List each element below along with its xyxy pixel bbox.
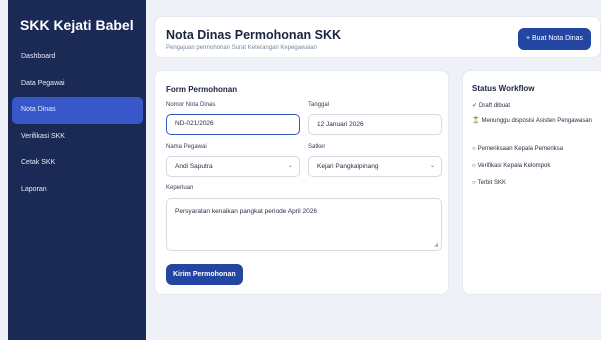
workflow-step: ○ Pemeriksaan Kepala Pemeriksa	[472, 145, 600, 154]
page-header: Nota Dinas Permohonan SKK Pengajuan perm…	[154, 16, 601, 58]
workflow-step: ⏳ Menunggu disposisi Asisten Pengawasan	[472, 117, 600, 126]
create-nota-dinas-button[interactable]: + Buat Nota Dinas	[517, 28, 591, 50]
sidebar: SKK Kejati Babel Dashboard Data Pegawai …	[8, 0, 146, 340]
circle-icon: ○	[472, 146, 476, 152]
workflow-title: Status Workflow	[472, 84, 535, 93]
keperluan-value: Persyaratan kenaikan pangkat periode Apr…	[175, 208, 318, 215]
satker-label: Satker	[308, 144, 326, 150]
chevron-down-icon: ⌄	[429, 163, 435, 169]
hourglass-icon: ⏳	[472, 118, 480, 124]
satker-value: Kejari Pangkalpinang	[317, 163, 379, 170]
sidebar-item-dashboard[interactable]: Dashboard	[12, 44, 143, 71]
tanggal-input[interactable]: 12 Januari 2026	[308, 114, 442, 135]
checkmark-icon: ✓	[472, 103, 478, 109]
sidebar-item-cetak-skk[interactable]: Cetak SKK	[12, 150, 143, 177]
workflow-step: ✓ Draft dibuat	[472, 102, 600, 111]
workflow-step-label: Terbit SKK	[477, 180, 506, 186]
submit-request-button[interactable]: Kirim Permohonan	[166, 264, 243, 285]
app-brand: SKK Kejati Babel	[20, 17, 134, 33]
nomor-label: Nomor Nota Dinas	[166, 102, 216, 108]
page-title: Nota Dinas Permohonan SKK	[166, 28, 342, 42]
resize-handle-icon[interactable]: ◢	[434, 242, 438, 248]
sidebar-item-nota-dinas[interactable]: Nota Dinas	[12, 97, 143, 124]
satker-select[interactable]: Kejari Pangkalpinang ⌄	[308, 156, 442, 177]
workflow-step-label: Menunggu disposisi Asisten Pengawasan	[481, 118, 592, 124]
keperluan-label: Keperluan	[166, 185, 194, 191]
tanggal-label: Tanggal	[308, 102, 330, 108]
nama-pegawai-select[interactable]: Andi Saputra ⌄	[166, 156, 300, 177]
workflow-step-label: Draft dibuat	[479, 103, 511, 109]
workflow-step-label: Verifikasi Kepala Kelompok	[477, 163, 551, 169]
nomor-nota-dinas-input[interactable]: ND-021/2026	[166, 114, 300, 135]
workflow-status-panel: Status Workflow ✓ Draft dibuat ⏳ Menunggu …	[462, 70, 601, 295]
chevron-down-icon: ⌄	[287, 163, 293, 169]
workflow-step-label: Pemeriksaan Kepala Pemeriksa	[477, 146, 563, 152]
page-subtitle: Pengajuan permohonan Surat Keterangan Ke…	[166, 45, 317, 51]
pegawai-label: Nama Pegawai	[166, 144, 207, 150]
sidebar-item-data-pegawai[interactable]: Data Pegawai	[12, 71, 143, 98]
circle-icon: ○	[472, 180, 476, 186]
sidebar-nav: Dashboard Data Pegawai Nota Dinas Verifi…	[12, 44, 143, 203]
form-title: Form Permohonan	[166, 85, 238, 94]
keperluan-textarea[interactable]: Persyaratan kenaikan pangkat periode Apr…	[166, 198, 442, 251]
request-form: Form Permohonan Nomor Nota Dinas ND-021/…	[154, 70, 449, 295]
main-content: Nota Dinas Permohonan SKK Pengajuan perm…	[147, 0, 601, 340]
workflow-step: ○ Terbit SKK	[472, 179, 600, 188]
circle-icon: ○	[472, 163, 476, 169]
nama-pegawai-value: Andi Saputra	[175, 163, 213, 170]
workflow-step: ○ Verifikasi Kepala Kelompok	[472, 162, 600, 171]
sidebar-item-laporan[interactable]: Laporan	[12, 177, 143, 204]
sidebar-item-verifikasi-skk[interactable]: Verifikasi SKK	[12, 124, 143, 151]
